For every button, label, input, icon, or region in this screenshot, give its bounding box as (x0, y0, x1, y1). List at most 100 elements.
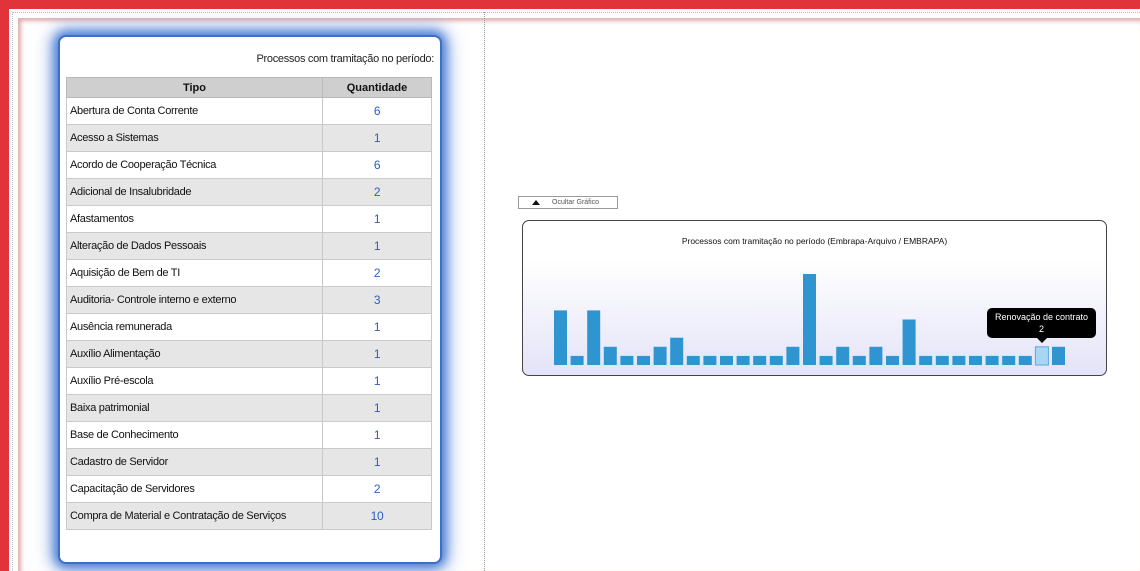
column-divider (484, 12, 485, 571)
chart-bar[interactable] (886, 355, 899, 365)
chart-bar-highlighted[interactable] (1034, 346, 1049, 366)
row-quantidade: 1 (322, 394, 432, 422)
quantidade-link[interactable]: 6 (374, 104, 381, 118)
chart-bar[interactable] (570, 355, 584, 365)
row-tipo: Auxílio Pré-escola (66, 367, 323, 395)
chart-bar[interactable] (587, 310, 601, 365)
quantidade-link[interactable]: 1 (374, 347, 381, 361)
chart-bar[interactable] (686, 355, 700, 365)
chart-bar[interactable] (653, 346, 667, 365)
row-tipo: Alteração de Dados Pessoais (66, 232, 323, 260)
chart-bar[interactable] (1052, 346, 1065, 365)
chart-bar[interactable] (969, 355, 982, 365)
quantidade-link[interactable]: 10 (371, 509, 384, 523)
row-quantidade: 6 (322, 151, 432, 179)
table-row: Auxílio Alimentação 1 (66, 340, 432, 368)
table-row: Afastamentos 1 (66, 205, 432, 233)
column-header-tipo[interactable]: Tipo (66, 77, 323, 98)
chart-bar[interactable] (836, 346, 850, 365)
chart-bar[interactable] (919, 355, 933, 365)
table-row: Acordo de Cooperação Técnica 6 (66, 151, 432, 179)
chart-bar[interactable] (554, 310, 567, 365)
chart-bar[interactable] (736, 355, 750, 365)
quantidade-link[interactable]: 2 (374, 482, 381, 496)
row-quantidade: 1 (322, 205, 432, 233)
row-quantidade: 2 (322, 178, 432, 206)
quantidade-link[interactable]: 1 (374, 455, 381, 469)
row-quantidade: 2 (322, 259, 432, 287)
row-quantidade: 1 (322, 340, 432, 368)
quantidade-link[interactable]: 6 (374, 158, 381, 172)
chart-bar[interactable] (952, 355, 966, 365)
table-row: Ausência remunerada 1 (66, 313, 432, 341)
quantidade-link[interactable]: 1 (374, 401, 381, 415)
dotted-border-top (12, 12, 1140, 13)
chart-bar[interactable] (819, 355, 833, 365)
row-tipo: Acesso a Sistemas (66, 124, 323, 152)
quantidade-link[interactable]: 1 (374, 374, 381, 388)
tooltip-label: Renovação de contrato (994, 312, 1089, 322)
table-header-row: Tipo Quantidade (66, 77, 432, 98)
processes-table: Tipo Quantidade Abertura de Conta Corren… (66, 77, 432, 530)
row-quantidade: 2 (322, 475, 432, 503)
row-quantidade: 1 (322, 367, 432, 395)
chart-bar[interactable] (769, 355, 783, 365)
row-tipo: Base de Conhecimento (66, 421, 323, 449)
row-tipo: Auxílio Alimentação (66, 340, 323, 368)
row-quantidade: 1 (322, 448, 432, 476)
chart-bar[interactable] (637, 355, 650, 365)
row-tipo: Capacitação de Servidores (66, 475, 323, 503)
row-tipo: Adicional de Insalubridade (66, 178, 323, 206)
quantidade-link[interactable]: 3 (374, 293, 381, 307)
table-row: Cadastro de Servidor 1 (66, 448, 432, 476)
row-tipo: Aquisição de Bem de TI (66, 259, 323, 287)
row-quantidade: 1 (322, 232, 432, 260)
chart-bar[interactable] (703, 355, 717, 365)
table-row: Compra de Material e Contratação de Serv… (66, 502, 432, 530)
row-tipo: Auditoria- Controle interno e externo (66, 286, 323, 314)
quantidade-link[interactable]: 1 (374, 212, 381, 226)
row-tipo: Abertura de Conta Corrente (66, 97, 323, 125)
chart-bar[interactable] (985, 355, 999, 365)
quantidade-link[interactable]: 2 (374, 185, 381, 199)
table-row: Baixa patrimonial 1 (66, 394, 432, 422)
chart-bar[interactable] (620, 355, 634, 365)
hide-chart-button[interactable]: Ocultar Gráfico (518, 196, 618, 209)
quantidade-link[interactable]: 1 (374, 428, 381, 442)
table-row: Capacitação de Servidores 2 (66, 475, 432, 503)
chart-bar[interactable] (935, 355, 949, 365)
column-header-quantidade[interactable]: Quantidade (322, 77, 432, 98)
table-row: Base de Conhecimento 1 (66, 421, 432, 449)
row-quantidade: 10 (322, 502, 432, 530)
chart-bar[interactable] (670, 337, 684, 365)
chart-bar[interactable] (720, 355, 733, 365)
table-row: Adicional de Insalubridade 2 (66, 178, 432, 206)
bar-chart (554, 274, 1065, 366)
chart-bar[interactable] (786, 346, 800, 365)
chart-bar[interactable] (869, 346, 883, 365)
table-row: Alteração de Dados Pessoais 1 (66, 232, 432, 260)
table-row: Abertura de Conta Corrente 6 (66, 97, 432, 125)
row-tipo: Acordo de Cooperação Técnica (66, 151, 323, 179)
table-row: Auditoria- Controle interno e externo 3 (66, 286, 432, 314)
quantidade-link[interactable]: 1 (374, 320, 381, 334)
chart-container: Processos com tramitação no período (Emb… (522, 220, 1107, 376)
table-row: Aquisição de Bem de TI 2 (66, 259, 432, 287)
row-quantidade: 6 (322, 97, 432, 125)
chart-bar[interactable] (902, 319, 916, 366)
row-tipo: Cadastro de Servidor (66, 448, 323, 476)
chart-bar[interactable] (603, 346, 617, 365)
chart-bar[interactable] (852, 355, 866, 365)
chart-bar[interactable] (753, 355, 767, 365)
quantidade-link[interactable]: 2 (374, 266, 381, 280)
chart-bar[interactable] (803, 274, 816, 365)
quantidade-link[interactable]: 1 (374, 239, 381, 253)
chart-bar[interactable] (1018, 355, 1032, 365)
table-row: Auxílio Pré-escola 1 (66, 367, 432, 395)
row-tipo: Compra de Material e Contratação de Serv… (66, 502, 323, 530)
row-quantidade: 3 (322, 286, 432, 314)
processes-table-panel: Processos com tramitação no período: Tip… (60, 37, 440, 562)
row-tipo: Afastamentos (66, 205, 323, 233)
chart-bar[interactable] (1002, 355, 1016, 365)
quantidade-link[interactable]: 1 (374, 131, 381, 145)
